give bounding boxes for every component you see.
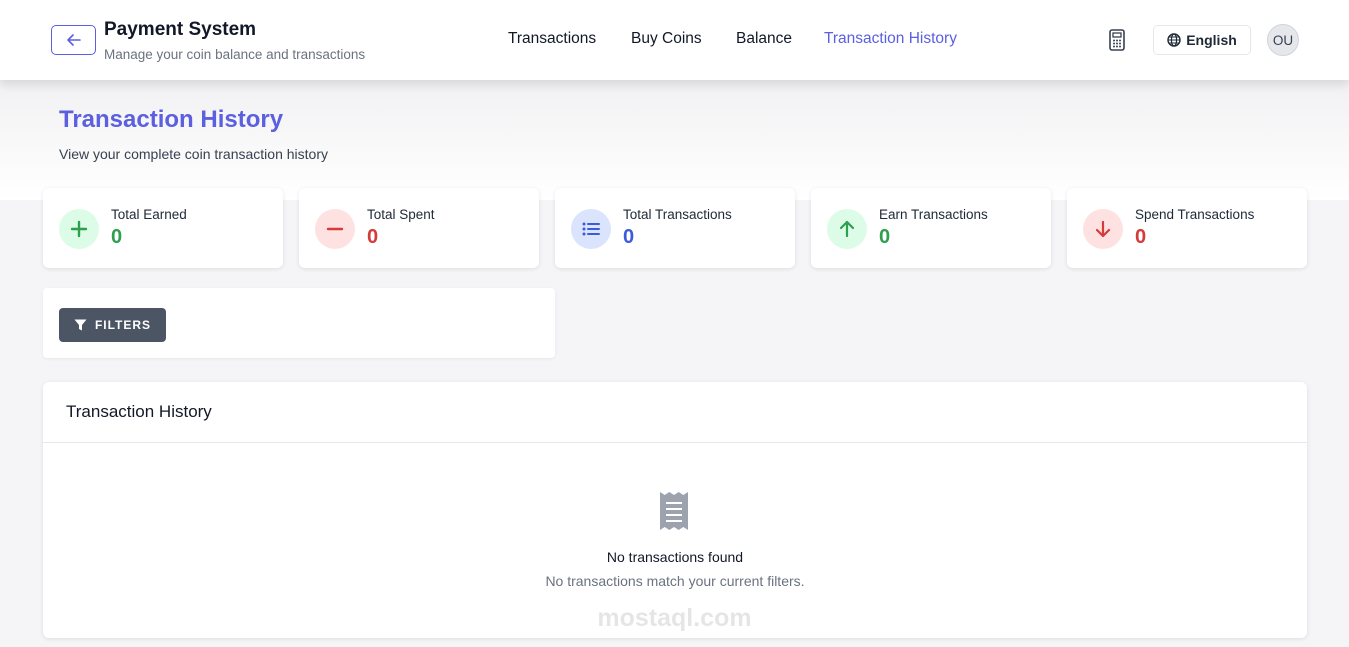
arrow-left-icon: [66, 34, 81, 46]
minus-icon: [315, 209, 355, 249]
stat-card-earn-transactions: Earn Transactions 0: [811, 188, 1051, 268]
stat-label: Spend Transactions: [1135, 207, 1255, 222]
globe-icon: [1167, 33, 1181, 47]
app-subtitle: Manage your coin balance and transaction…: [104, 47, 366, 62]
filters-label: FILTERS: [94, 318, 152, 332]
nav-buy-coins[interactable]: Buy Coins: [631, 30, 702, 48]
app-header: Payment System Manage your coin balance …: [0, 0, 1349, 80]
page-title: Transaction History: [59, 106, 284, 133]
page-subtitle: View your complete coin transaction hist…: [59, 146, 328, 162]
stat-label: Total Transactions: [623, 207, 732, 222]
transaction-history-card: Transaction History No transactions foun…: [43, 382, 1307, 638]
watermark: mostaql.com: [597, 604, 752, 632]
filters-button[interactable]: FILTERS: [59, 308, 166, 342]
stat-value: 0: [111, 226, 123, 248]
empty-state-subtitle: No transactions match your current filte…: [545, 573, 805, 589]
nav-transaction-history[interactable]: Transaction History: [824, 30, 957, 48]
stat-value: 0: [623, 226, 635, 248]
stat-card-total-earned: Total Earned 0: [43, 188, 283, 268]
stat-value: 0: [1135, 226, 1147, 248]
stat-label: Total Spent: [367, 207, 435, 222]
stat-value: 0: [879, 226, 891, 248]
language-label: English: [1186, 32, 1237, 48]
divider: [43, 442, 1307, 443]
receipt-icon: [660, 492, 688, 530]
calculator-icon[interactable]: [1107, 29, 1127, 51]
stat-label: Earn Transactions: [879, 207, 988, 222]
stat-card-spend-transactions: Spend Transactions 0: [1067, 188, 1307, 268]
nav-transactions[interactable]: Transactions: [508, 30, 596, 48]
history-card-title: Transaction History: [66, 402, 212, 421]
user-avatar[interactable]: OU: [1267, 24, 1299, 56]
filters-panel: FILTERS: [43, 288, 555, 358]
plus-icon: [59, 209, 99, 249]
language-button[interactable]: English: [1153, 25, 1251, 55]
back-button[interactable]: [51, 25, 96, 55]
arrow-up-icon: [827, 209, 867, 249]
nav-balance[interactable]: Balance: [736, 30, 792, 48]
app-title: Payment System: [104, 19, 257, 40]
filter-icon: [74, 319, 87, 331]
stat-value: 0: [367, 226, 379, 248]
page-hero: [0, 80, 1349, 200]
stat-label: Total Earned: [111, 207, 187, 222]
empty-state-title: No transactions found: [606, 549, 744, 565]
list-icon: [571, 209, 611, 249]
stat-card-total-spent: Total Spent 0: [299, 188, 539, 268]
stat-card-total-transactions: Total Transactions 0: [555, 188, 795, 268]
arrow-down-icon: [1083, 209, 1123, 249]
